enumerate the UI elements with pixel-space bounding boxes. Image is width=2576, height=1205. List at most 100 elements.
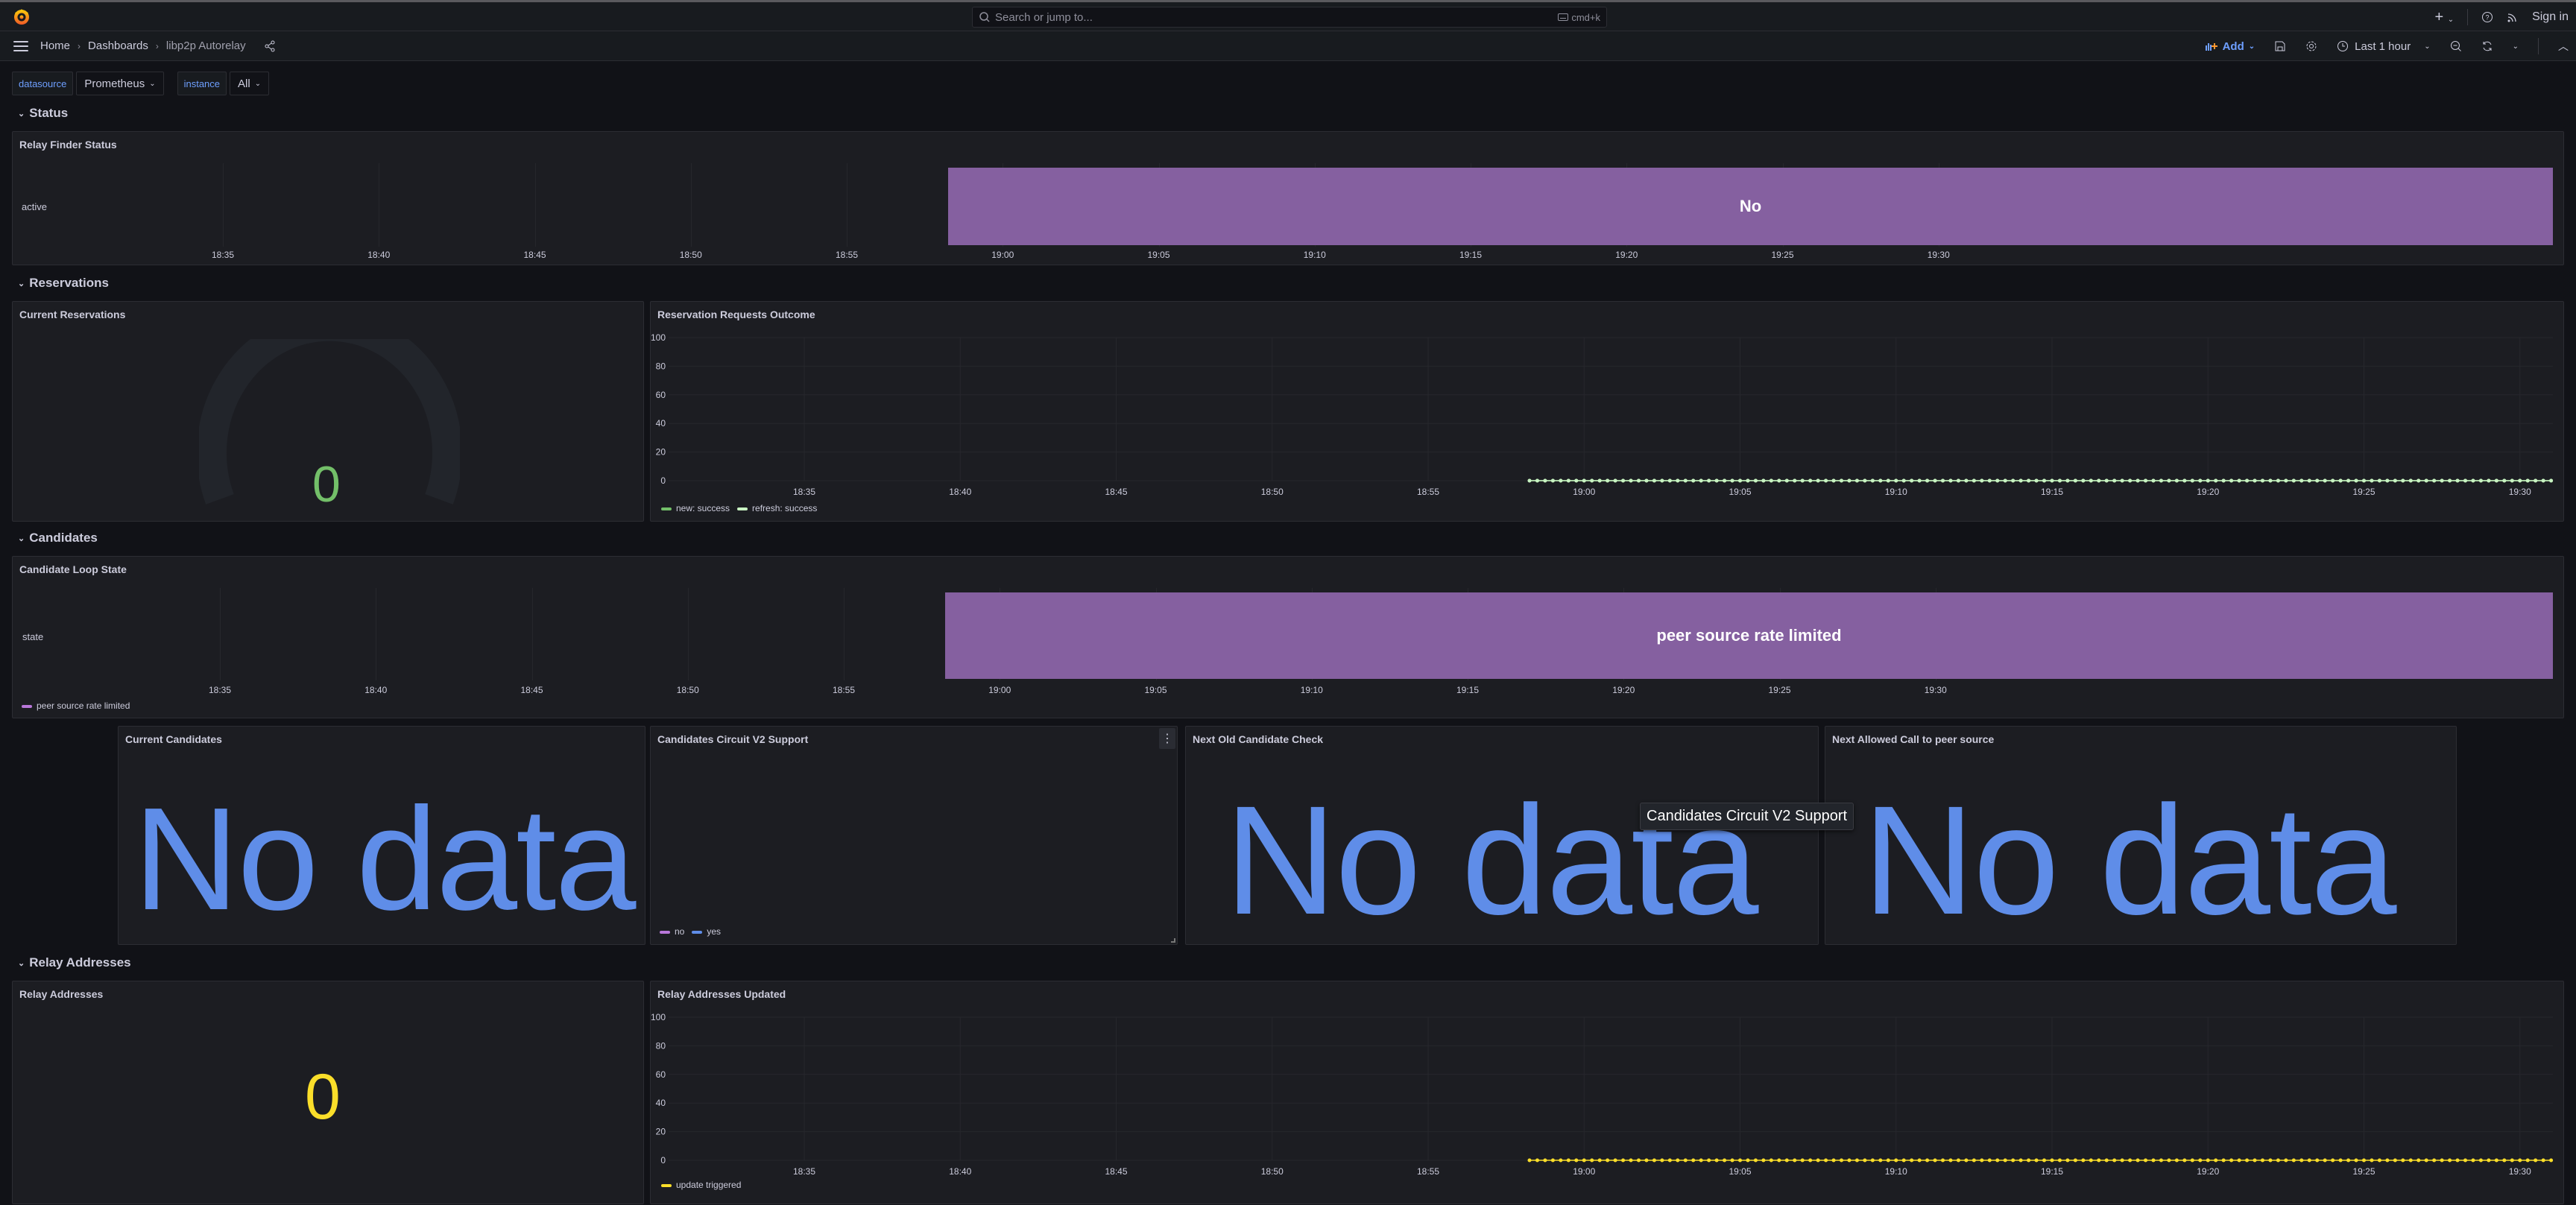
data-point <box>2182 478 2187 483</box>
data-point <box>2502 1158 2507 1163</box>
x-tick-label: 18:50 <box>1261 1166 1284 1177</box>
x-tick-label: 18:45 <box>1105 487 1127 497</box>
data-point <box>2471 478 2475 483</box>
data-point <box>1761 478 1766 483</box>
data-point <box>1676 1158 1680 1163</box>
data-point <box>1917 1158 1922 1163</box>
refresh-interval-dropdown[interactable]: ⌄ <box>2513 42 2519 51</box>
new-menu-button[interactable]: + ⌄ <box>2434 9 2454 26</box>
sign-in-link[interactable]: Sign in <box>2532 10 2569 24</box>
legend-item[interactable]: refresh: success <box>737 503 817 513</box>
keyboard-icon <box>1558 13 1569 21</box>
data-point <box>2237 478 2241 483</box>
x-tick-label: 19:00 <box>1573 487 1595 497</box>
grafana-logo-icon[interactable] <box>12 7 31 26</box>
data-point <box>1831 1158 1836 1163</box>
data-point <box>1956 478 1960 483</box>
news-feed-icon[interactable] <box>2507 11 2519 23</box>
data-point <box>2307 1158 2311 1163</box>
state-bar[interactable]: No <box>948 168 2553 245</box>
data-point <box>1566 1158 1570 1163</box>
collapse-icon[interactable]: ︿ <box>2558 39 2569 54</box>
data-point <box>2534 478 2538 483</box>
legend: no yes <box>660 926 721 937</box>
data-point <box>2338 1158 2343 1163</box>
data-point <box>1878 1158 1883 1163</box>
data-point <box>2190 1158 2194 1163</box>
data-point <box>1636 478 1641 483</box>
data-point <box>2463 478 2468 483</box>
row-relay-addresses[interactable]: ⌄ Relay Addresses <box>18 955 131 970</box>
chevron-down-icon: ⌄ <box>18 109 25 118</box>
row-candidates[interactable]: ⌄ Candidates <box>18 531 98 545</box>
data-point <box>1972 1158 1976 1163</box>
x-tick-label: 18:50 <box>679 250 702 260</box>
data-point <box>2370 1158 2374 1163</box>
data-point <box>2346 478 2351 483</box>
data-point <box>2416 1158 2421 1163</box>
data-point <box>1606 1158 1610 1163</box>
time-range-picker[interactable]: Last 1 hour ⌄ <box>2337 40 2431 53</box>
x-tick-label: 19:20 <box>2197 1166 2219 1177</box>
x-tick-label: 19:00 <box>991 250 1014 260</box>
data-point <box>2448 1158 2452 1163</box>
chevron-down-icon: ⌄ <box>18 279 25 288</box>
menu-icon[interactable] <box>13 40 28 51</box>
data-point <box>2253 478 2257 483</box>
x-tick-label: 19:05 <box>1147 250 1170 260</box>
data-point <box>2128 478 2133 483</box>
data-point <box>1995 478 2000 483</box>
data-point <box>1769 478 1773 483</box>
save-icon[interactable] <box>2274 40 2286 52</box>
data-point <box>2198 1158 2203 1163</box>
add-button[interactable]: Add ⌄ <box>2205 40 2255 53</box>
data-point <box>1582 1158 1586 1163</box>
breadcrumb-dashboards[interactable]: Dashboards <box>88 39 148 52</box>
legend-item[interactable]: no <box>660 926 684 937</box>
panel-candidates-circuit-v2-support: Candidates Circuit V2 Support ⋮ no yes <box>650 726 1178 945</box>
panel-menu-icon[interactable]: ⋮ <box>1159 728 1175 749</box>
resize-handle[interactable] <box>1171 938 1175 943</box>
legend-item[interactable]: update triggered <box>661 1180 741 1190</box>
data-point <box>1910 478 1914 483</box>
y-tick-label: 100 <box>651 1012 666 1022</box>
panel-title: Relay Addresses <box>19 988 104 1000</box>
panel-title: Next Old Candidate Check <box>1193 733 1324 745</box>
data-point <box>2135 478 2140 483</box>
data-point <box>1543 478 1547 483</box>
legend-item[interactable]: yes <box>692 926 721 937</box>
search-bar[interactable]: Search or jump to... cmd+k <box>972 7 1607 28</box>
data-point <box>1964 478 1969 483</box>
state-bar[interactable]: peer source rate limited <box>945 592 2553 679</box>
data-point <box>1629 1158 1633 1163</box>
legend-item[interactable]: new: success <box>661 503 730 513</box>
y-tick-label: 80 <box>656 1040 666 1051</box>
data-point <box>2027 478 2031 483</box>
data-point <box>2034 1158 2039 1163</box>
row-status[interactable]: ⌄ Status <box>18 106 68 121</box>
legend-item[interactable]: peer source rate limited <box>22 700 130 711</box>
data-point <box>2354 1158 2358 1163</box>
data-point <box>1597 478 1602 483</box>
data-point <box>1870 1158 1875 1163</box>
scrollbar[interactable] <box>2569 61 2576 1200</box>
datasource-select[interactable]: Prometheus ⌄ <box>76 72 164 95</box>
zoom-out-icon[interactable] <box>2450 40 2462 52</box>
settings-gear-icon[interactable] <box>2305 40 2317 52</box>
instance-select[interactable]: All ⌄ <box>230 72 270 95</box>
breadcrumb-home[interactable]: Home <box>40 39 70 52</box>
data-point <box>2502 478 2507 483</box>
x-tick-label: 19:20 <box>1615 250 1638 260</box>
data-point <box>1613 1158 1617 1163</box>
data-point <box>1683 478 1688 483</box>
share-icon[interactable] <box>264 40 276 52</box>
refresh-icon[interactable] <box>2481 40 2493 52</box>
panel-title: Next Allowed Call to peer source <box>1832 733 1995 745</box>
data-point <box>2362 478 2366 483</box>
row-reservations[interactable]: ⌄ Reservations <box>18 276 109 291</box>
data-point <box>2174 478 2179 483</box>
no-data-text: No data <box>133 777 636 940</box>
data-point <box>1660 478 1664 483</box>
help-icon[interactable]: ? <box>2481 11 2493 23</box>
data-point <box>1746 478 1750 483</box>
